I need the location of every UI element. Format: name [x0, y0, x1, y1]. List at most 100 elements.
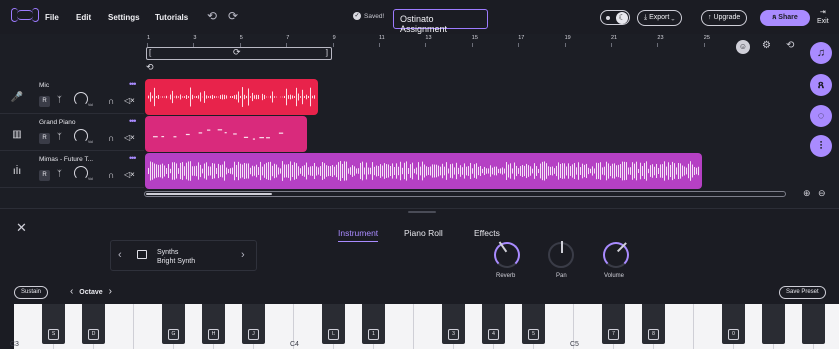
- effects-icon[interactable]: ᛉ: [57, 132, 62, 141]
- piano-black-key[interactable]: G: [162, 304, 185, 344]
- track-menu-icon[interactable]: •••: [129, 79, 137, 89]
- mute-icon[interactable]: ◁×: [124, 96, 135, 105]
- close-panel-icon[interactable]: ✕: [16, 220, 27, 236]
- track-menu-icon[interactable]: •••: [129, 153, 137, 163]
- collaborator-avatar[interactable]: ☺: [736, 40, 750, 54]
- timeline-scrollbar[interactable]: [144, 191, 786, 197]
- clip-grand-piano[interactable]: [145, 116, 307, 152]
- exit-icon: ⇥: [819, 9, 826, 16]
- upgrade-button[interactable]: ↑ Upgrade: [701, 10, 748, 26]
- piano-black-key[interactable]: [762, 304, 785, 344]
- share-button[interactable]: ጸ Share: [760, 10, 810, 26]
- piano-black-key[interactable]: D: [82, 304, 105, 344]
- piano-keyboard[interactable]: S D G H J L 1 3 4 5 7 8 0 C3 C4 C5: [10, 304, 839, 349]
- menu-tutorials[interactable]: Tutorials: [155, 13, 188, 22]
- theme-toggle[interactable]: ☾: [600, 10, 630, 25]
- key-shortcut-label: 8: [648, 329, 659, 340]
- mixer-button[interactable]: ⫶: [810, 135, 832, 157]
- track-name[interactable]: Mic: [39, 82, 49, 89]
- piano-black-key[interactable]: 7: [602, 304, 625, 344]
- undo-icon[interactable]: ⟲: [207, 9, 217, 23]
- music-note-button[interactable]: ♫: [810, 42, 832, 64]
- ruler-tick: 7: [286, 35, 289, 47]
- piano-black-key[interactable]: [802, 304, 825, 344]
- track-menu-icon[interactable]: •••: [129, 116, 137, 126]
- preset-next-icon[interactable]: ›: [241, 249, 245, 261]
- headphones-icon[interactable]: ∩: [108, 96, 114, 106]
- menu-file[interactable]: File: [45, 13, 59, 22]
- track-grand-piano[interactable]: ▥ Grand Piano ••• R ᛉ Vol ∩ ◁×: [0, 115, 144, 151]
- headphones-icon[interactable]: ∩: [108, 133, 114, 143]
- effects-icon[interactable]: ᛉ: [57, 169, 62, 178]
- upgrade-label: Upgrade: [713, 14, 741, 21]
- tab-piano-roll[interactable]: Piano Roll: [404, 228, 443, 238]
- knob-needle: [561, 241, 563, 253]
- preset-name: Bright Synth: [157, 258, 196, 265]
- loop-region[interactable]: [ ⟳ ]: [146, 47, 332, 60]
- mute-icon[interactable]: ◁×: [124, 170, 135, 179]
- comments-button[interactable]: ◌: [810, 105, 832, 127]
- ruler-tick: 25: [703, 35, 710, 47]
- pan-knob[interactable]: [548, 241, 574, 268]
- refresh-icon[interactable]: ⟲: [786, 40, 794, 51]
- loop-start-bracket-icon[interactable]: [: [149, 48, 151, 57]
- octave-up-icon[interactable]: ›: [109, 286, 112, 297]
- clip-mimas[interactable]: [145, 153, 702, 189]
- piano-black-key[interactable]: 8: [642, 304, 665, 344]
- menu-settings[interactable]: Settings: [108, 13, 140, 22]
- volume-label: Vol: [88, 103, 93, 107]
- ruler-tick-label: 25: [703, 35, 710, 41]
- record-arm-button[interactable]: R: [39, 133, 50, 144]
- export-button[interactable]: ⤓ Export ⌄: [637, 10, 682, 26]
- piano-black-key[interactable]: L: [322, 304, 345, 344]
- track-name[interactable]: Mimas - Future T...: [39, 156, 93, 163]
- track-mimas[interactable]: ıİı Mimas - Future T... ••• R ᛉ Vol ∩ ◁×: [0, 152, 144, 188]
- piano-black-key[interactable]: 3: [442, 304, 465, 344]
- mute-icon[interactable]: ◁×: [124, 133, 135, 142]
- add-loop-icon[interactable]: ⟲: [146, 62, 154, 73]
- sustain-button[interactable]: Sustain: [14, 286, 49, 299]
- collaborators-button[interactable]: ጸ: [810, 74, 832, 96]
- exit-button[interactable]: ⇥ Exit: [817, 8, 829, 26]
- piano-black-key[interactable]: 5: [522, 304, 545, 344]
- scrollbar-thumb[interactable]: [146, 193, 272, 195]
- loop-end-bracket-icon[interactable]: ]: [326, 48, 328, 57]
- piano-black-key[interactable]: H: [202, 304, 225, 344]
- volume-knob-big[interactable]: [603, 242, 629, 268]
- piano-black-key[interactable]: 4: [482, 304, 505, 344]
- octave-control: ‹ Octave ›: [70, 286, 112, 297]
- volume-knob[interactable]: [74, 92, 88, 106]
- menu-edit[interactable]: Edit: [76, 13, 91, 22]
- project-title-input[interactable]: Ostinato Assignment: [393, 9, 488, 34]
- key-shortcut-label: 5: [528, 329, 539, 340]
- preset-prev-icon[interactable]: ‹: [118, 249, 122, 261]
- headphones-icon[interactable]: ∩: [108, 170, 114, 180]
- moon-icon: ☾: [616, 12, 628, 24]
- effects-icon[interactable]: ᛉ: [57, 95, 62, 104]
- volume-label: Vol: [88, 177, 93, 181]
- volume-knob[interactable]: [74, 129, 88, 143]
- panel-drag-handle[interactable]: [408, 211, 436, 213]
- tab-instrument[interactable]: Instrument: [338, 228, 379, 242]
- tab-effects[interactable]: Effects: [474, 228, 500, 238]
- reverb-knob[interactable]: [494, 241, 520, 268]
- save-preset-button[interactable]: Save Preset: [779, 286, 826, 299]
- octave-down-icon[interactable]: ‹: [70, 286, 73, 297]
- settings-gear-icon[interactable]: ⚙: [762, 40, 771, 51]
- piano-black-key[interactable]: 0: [722, 304, 745, 344]
- ruler-tick-label: 13: [425, 35, 432, 41]
- volume-knob[interactable]: [74, 166, 88, 180]
- redo-icon[interactable]: ⟳: [228, 9, 238, 23]
- piano-black-key[interactable]: 1: [362, 304, 385, 344]
- zoom-out-icon[interactable]: ⊖: [818, 188, 826, 199]
- record-arm-button[interactable]: R: [39, 96, 50, 107]
- track-name[interactable]: Grand Piano: [39, 119, 76, 126]
- clip-mic[interactable]: [145, 79, 318, 115]
- record-arm-button[interactable]: R: [39, 170, 50, 181]
- zoom-in-icon[interactable]: ⊕: [803, 188, 811, 199]
- logo-icon[interactable]: [11, 8, 39, 22]
- track-mic[interactable]: 🎤 Mic ••• R ᛉ Vol ∩ ◁×: [0, 78, 144, 114]
- piano-black-key[interactable]: S: [42, 304, 65, 344]
- piano-black-key[interactable]: J: [242, 304, 265, 344]
- microphone-icon: 🎤: [10, 92, 24, 103]
